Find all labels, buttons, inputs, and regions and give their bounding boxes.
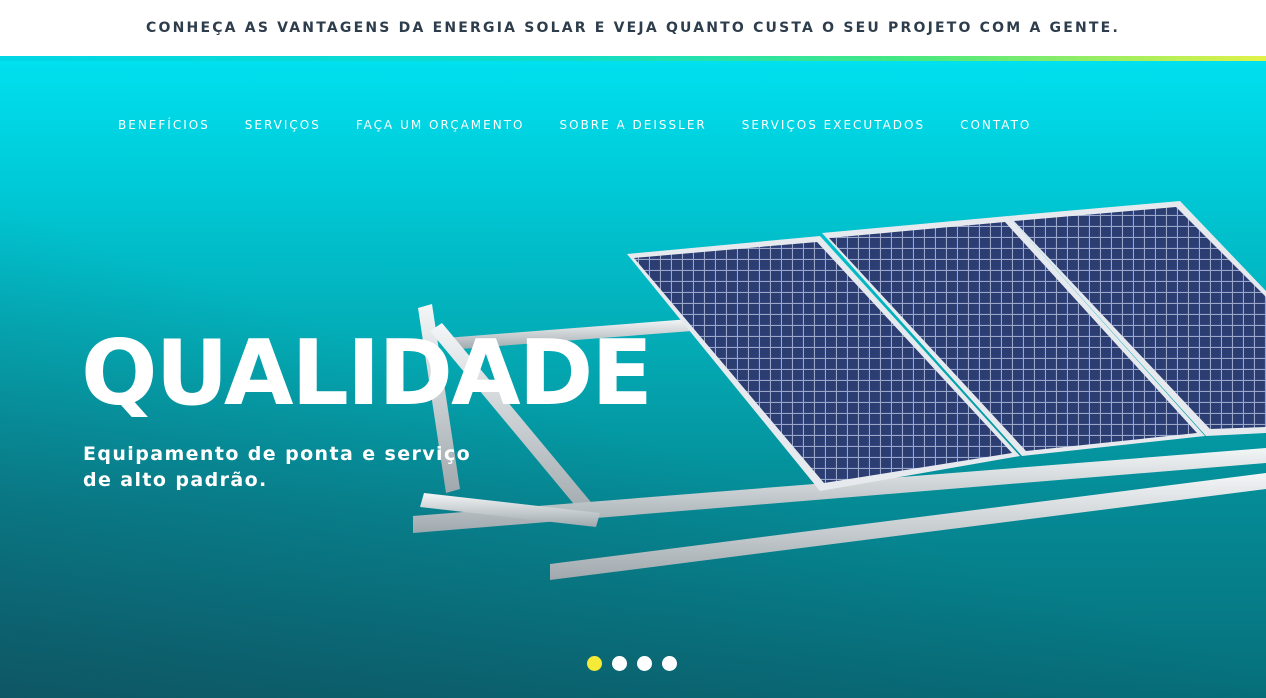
top-banner-text: CONHEÇA AS VANTAGENS DA ENERGIA SOLAR E … bbox=[146, 20, 1120, 36]
nav-item-servicos-executados[interactable]: SERVIÇOS EXECUTADOS bbox=[742, 118, 925, 132]
carousel-dots bbox=[587, 656, 687, 671]
hero-slider: BENEFÍCIOS SERVIÇOS FAÇA UM ORÇAMENTO SO… bbox=[0, 61, 1266, 698]
hero-subline: Equipamento de ponta e serviço de alto p… bbox=[83, 443, 472, 491]
nav-item-servicos[interactable]: SERVIÇOS bbox=[245, 118, 321, 132]
nav-item-sobre[interactable]: SOBRE A DEISSLER bbox=[560, 118, 707, 132]
main-nav: BENEFÍCIOS SERVIÇOS FAÇA UM ORÇAMENTO SO… bbox=[118, 118, 1066, 132]
top-banner: CONHEÇA AS VANTAGENS DA ENERGIA SOLAR E … bbox=[0, 0, 1266, 56]
carousel-dot-1[interactable] bbox=[587, 656, 602, 671]
nav-item-orcamento[interactable]: FAÇA UM ORÇAMENTO bbox=[356, 118, 525, 132]
carousel-dot-3[interactable] bbox=[637, 656, 652, 671]
carousel-dot-4[interactable] bbox=[662, 656, 677, 671]
hero-headline: QUALIDADE bbox=[81, 321, 653, 426]
carousel-dot-2[interactable] bbox=[612, 656, 627, 671]
nav-item-contato[interactable]: CONTATO bbox=[960, 118, 1031, 132]
nav-item-beneficios[interactable]: BENEFÍCIOS bbox=[118, 118, 210, 132]
